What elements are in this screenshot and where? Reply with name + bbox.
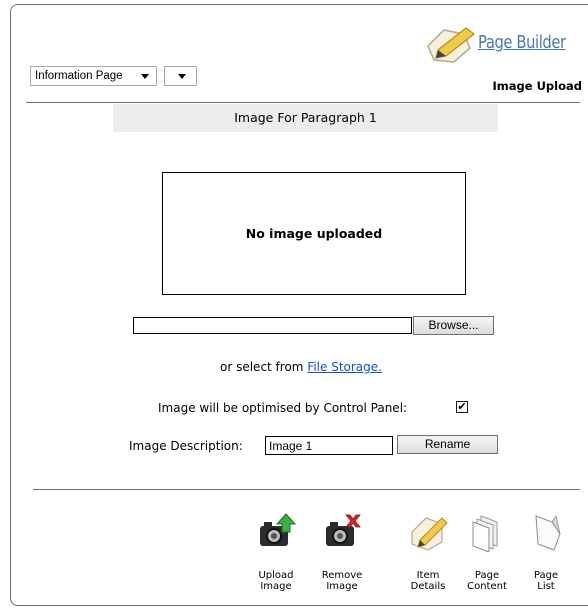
image-preview: No image uploaded (162, 172, 466, 295)
chevron-down-icon (141, 74, 149, 79)
edit-document-icon (411, 517, 448, 551)
file-storage-line: or select from File Storage. (220, 360, 382, 374)
chevron-down-icon (178, 74, 186, 79)
select-from-text: or select from (220, 360, 308, 374)
page-content-button[interactable]: Page Content (459, 512, 515, 592)
image-placeholder-text: No image uploaded (245, 226, 383, 241)
stacked-pages-icon (472, 515, 498, 553)
logo-text[interactable]: Page Builder (478, 32, 566, 53)
item-details-label: Item Details (410, 570, 446, 592)
secondary-select[interactable] (164, 66, 197, 86)
image-heading: Image For Paragraph 1 (113, 104, 498, 132)
camera-upload-icon (260, 513, 297, 546)
remove-image-label: Remove Image (321, 570, 363, 592)
camera-remove-icon (326, 514, 361, 546)
description-label: Image Description: (129, 439, 243, 453)
browse-button[interactable]: Browse... (413, 316, 494, 335)
image-description-input[interactable]: Image 1 (265, 436, 393, 455)
top-divider (26, 102, 580, 103)
optimise-label: Image will be optimised by Control Panel… (158, 401, 408, 415)
rename-button[interactable]: Rename (397, 435, 498, 454)
file-storage-link[interactable]: File Storage. (307, 360, 382, 374)
remove-image-button[interactable]: Remove Image (314, 512, 370, 592)
page-list-label: Page List (533, 570, 559, 592)
file-path-input[interactable] (133, 317, 412, 334)
page-list-button[interactable]: Page List (518, 512, 574, 592)
upload-image-button[interactable]: Upload Image (248, 512, 304, 592)
optimise-checkbox[interactable]: ✔ (456, 401, 468, 413)
page-content-label: Page Content (467, 570, 507, 592)
page-icon (535, 514, 561, 551)
page-type-select-value: Information Page (35, 70, 123, 82)
item-details-button[interactable]: Item Details (400, 512, 456, 592)
page-subtitle: Image Upload (492, 79, 582, 93)
upload-image-label: Upload Image (258, 570, 294, 592)
bottom-divider (33, 489, 580, 490)
page-type-select[interactable]: Information Page (30, 66, 157, 86)
